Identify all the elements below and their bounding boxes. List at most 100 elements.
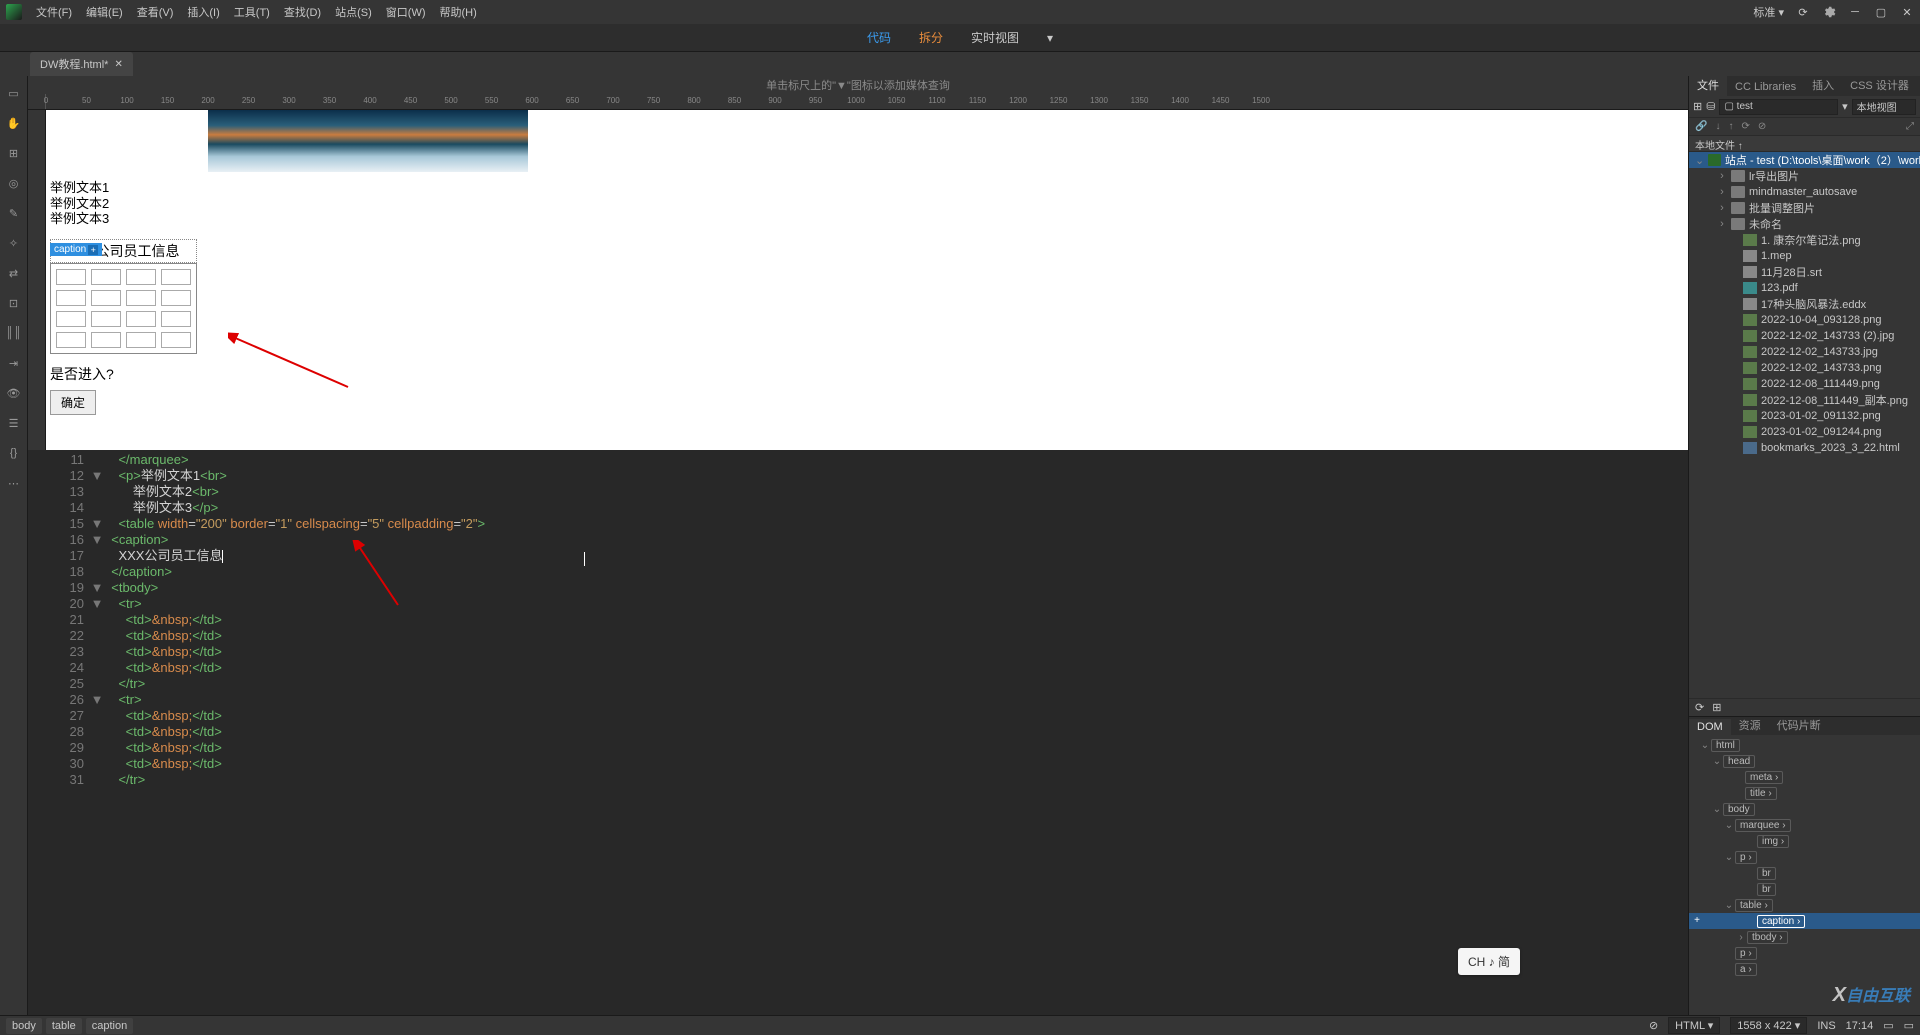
status-lang[interactable]: HTML ▾ [1668, 1017, 1720, 1034]
selection-tag[interactable]: caption+ [50, 243, 102, 256]
layout-selector[interactable]: 标准 ▾ [1753, 4, 1784, 20]
code-view[interactable]: 11 </marquee>12▼ <p>举例文本1<br>13 举例文本2<br… [28, 450, 1688, 1015]
code-line[interactable]: 18 </caption> [28, 564, 1688, 580]
tool-magic[interactable]: ✧ [5, 234, 23, 252]
menu-item[interactable]: 窗口(W) [380, 0, 432, 24]
panel-tab[interactable]: 插入 [1804, 74, 1842, 96]
files-column-header[interactable]: 本地文件 ↑ [1689, 136, 1920, 152]
refresh-btn[interactable]: ⟳ [1695, 701, 1704, 714]
tab-close-icon[interactable]: ✕ [114, 59, 122, 70]
view-dropdown-icon[interactable]: ▾ [1045, 27, 1055, 49]
tool-brush[interactable]: ✎ [5, 204, 23, 222]
ok-button[interactable]: 确定 [50, 390, 96, 415]
panel-tab[interactable]: CSS 设计器 [1842, 74, 1917, 96]
file-node[interactable]: 17种头脑风暴法.eddx [1689, 296, 1920, 312]
maximize-icon[interactable]: ▢ [1874, 5, 1888, 19]
breadcrumb-item[interactable]: table [46, 1018, 82, 1034]
dom-node[interactable]: p › [1689, 945, 1920, 961]
selection-add-icon[interactable]: + [88, 245, 98, 255]
site-dropdown-icon[interactable]: ▾ [1842, 100, 1848, 113]
code-line[interactable]: 21 <td>&nbsp;</td> [28, 612, 1688, 628]
dom-add-icon[interactable]: + [1691, 915, 1703, 927]
site-root-node[interactable]: ⌄ 站点 - test (D:\tools\桌面\work（2）\work (.… [1689, 152, 1920, 168]
file-node[interactable]: 2022-12-08_111449_副本.png [1689, 392, 1920, 408]
menu-item[interactable]: 工具(T) [228, 0, 276, 24]
tool-inspect[interactable]: ⊞ [5, 144, 23, 162]
code-line[interactable]: 17 XXX公司员工信息 [28, 548, 1688, 564]
tool-columns[interactable]: ║║ [5, 324, 23, 342]
tool-toggle[interactable]: ⇄ [5, 264, 23, 282]
sync-icon[interactable]: ⊘ [1758, 121, 1766, 132]
tool-list[interactable]: ☰ [5, 414, 23, 432]
code-line[interactable]: 28 <td>&nbsp;</td> [28, 724, 1688, 740]
code-line[interactable]: 16▼ <caption> [28, 532, 1688, 548]
upload-icon[interactable]: ↑ [1728, 121, 1733, 132]
window-icon[interactable]: ⊞ [1693, 100, 1702, 113]
sync-icon[interactable]: ⟳ [1796, 5, 1810, 19]
tool-target[interactable]: ◎ [5, 174, 23, 192]
site-selector[interactable]: ▢ test [1719, 99, 1838, 115]
code-line[interactable]: 23 <td>&nbsp;</td> [28, 644, 1688, 660]
close-icon[interactable]: ✕ [1900, 5, 1914, 19]
code-line[interactable]: 13 举例文本2<br> [28, 484, 1688, 500]
file-node[interactable]: ›未命名 [1689, 216, 1920, 232]
dom-node[interactable]: a › [1689, 961, 1920, 977]
file-node[interactable]: ›lr导出图片 [1689, 168, 1920, 184]
view-btn[interactable]: ⊞ [1712, 701, 1721, 714]
file-node[interactable]: 1. 康奈尔笔记法.png [1689, 232, 1920, 248]
view-selector[interactable]: 本地视图 [1852, 99, 1916, 115]
dom-tab[interactable]: 资源 [1731, 715, 1769, 735]
menu-item[interactable]: 查看(V) [131, 0, 180, 24]
code-line[interactable]: 15▼ <table width="200" border="1" cellsp… [28, 516, 1688, 532]
dom-node[interactable]: title › [1689, 785, 1920, 801]
file-node[interactable]: 2022-12-02_143733.jpg [1689, 344, 1920, 360]
dom-node[interactable]: ⌄body [1689, 801, 1920, 817]
refresh-icon[interactable]: ⟳ [1741, 121, 1749, 132]
code-line[interactable]: 25 </tr> [28, 676, 1688, 692]
file-node[interactable]: 2023-01-02_091132.png [1689, 408, 1920, 424]
file-node[interactable]: 2022-12-02_143733.png [1689, 360, 1920, 376]
dom-node[interactable]: ⌄p › [1689, 849, 1920, 865]
code-line[interactable]: 11 </marquee> [28, 452, 1688, 468]
code-line[interactable]: 12▼ <p>举例文本1<br> [28, 468, 1688, 484]
dom-tree[interactable]: ⌄html⌄headmeta ›title ›⌄body⌄marquee ›im… [1689, 735, 1920, 1015]
code-line[interactable]: 26▼ <tr> [28, 692, 1688, 708]
tool-indent[interactable]: ⇥ [5, 354, 23, 372]
panel-tab[interactable]: CC Libraries [1727, 78, 1804, 96]
design-view[interactable]: 举例文本1 举例文本2 举例文本3 caption+ XXX公司员工信息 [46, 110, 1688, 450]
status-view-icon[interactable]: ▭ [1883, 1019, 1893, 1032]
dom-tab[interactable]: 代码片断 [1769, 715, 1829, 735]
file-node[interactable]: bookmarks_2023_3_22.html [1689, 440, 1920, 456]
dom-node[interactable]: ⌄html [1689, 737, 1920, 753]
dom-node[interactable]: ⌄table › [1689, 897, 1920, 913]
tool-brackets[interactable]: {} [5, 444, 23, 462]
file-node[interactable]: 11月28日.srt [1689, 264, 1920, 280]
menu-item[interactable]: 站点(S) [329, 0, 378, 24]
code-line[interactable]: 30 <td>&nbsp;</td> [28, 756, 1688, 772]
minimize-icon[interactable]: ─ [1848, 5, 1862, 19]
menu-item[interactable]: 文件(F) [30, 0, 78, 24]
code-line[interactable]: 24 <td>&nbsp;</td> [28, 660, 1688, 676]
view-code[interactable]: 代码 [865, 25, 893, 50]
tool-more[interactable]: ⋯ [5, 474, 23, 492]
file-node[interactable]: ›mindmaster_autosave [1689, 184, 1920, 200]
file-node[interactable]: ›批量调整图片 [1689, 200, 1920, 216]
file-node[interactable]: 123.pdf [1689, 280, 1920, 296]
tool-hand[interactable]: ✋ [5, 114, 23, 132]
dom-node[interactable]: ⌄marquee › [1689, 817, 1920, 833]
file-node[interactable]: 1.mep [1689, 248, 1920, 264]
expand-icon[interactable]: ⤢ [1906, 121, 1914, 132]
code-line[interactable]: 20▼ <tr> [28, 596, 1688, 612]
code-line[interactable]: 31 </tr> [28, 772, 1688, 788]
dom-node[interactable]: +caption › [1689, 913, 1920, 929]
code-line[interactable]: 14 举例文本3</p> [28, 500, 1688, 516]
editable-table[interactable]: XXX公司员工信息 [50, 239, 197, 354]
menu-item[interactable]: 查找(D) [278, 0, 327, 24]
dom-node[interactable]: img › [1689, 833, 1920, 849]
panel-tab[interactable]: 文件 [1689, 74, 1727, 96]
tool-grid[interactable]: ⊡ [5, 294, 23, 312]
dom-node[interactable]: br [1689, 881, 1920, 897]
tool-eye[interactable]: 👁 [5, 384, 23, 402]
dom-node[interactable]: meta › [1689, 769, 1920, 785]
document-tab[interactable]: DW教程.html* ✕ [30, 52, 133, 76]
